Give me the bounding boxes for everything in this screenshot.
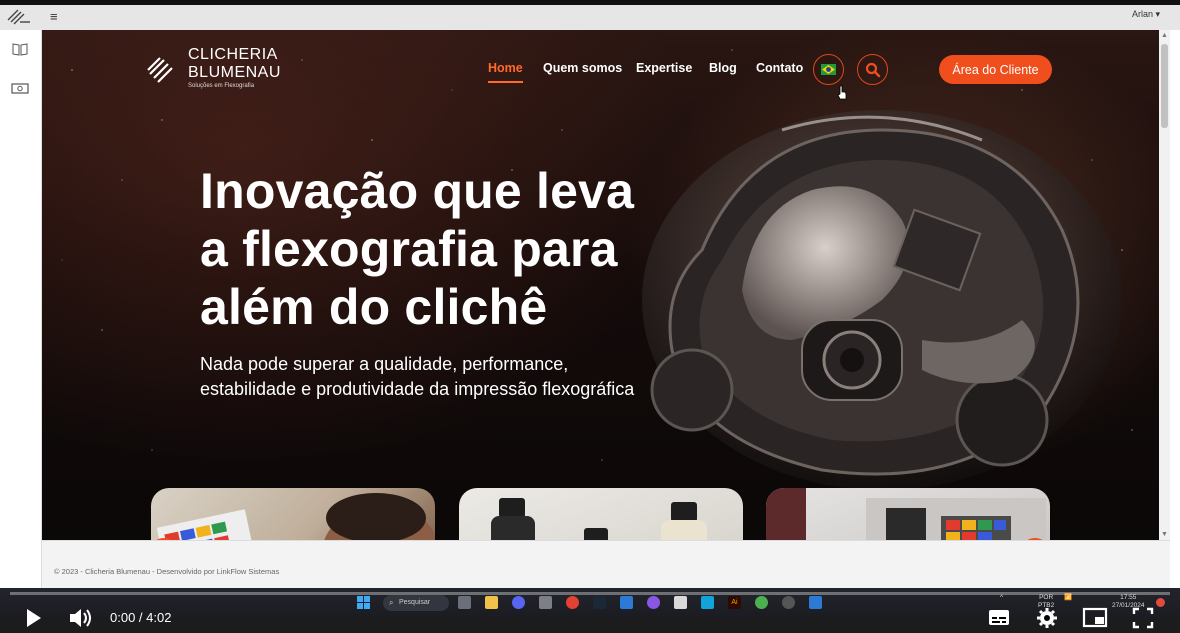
brazil-flag-icon (821, 64, 836, 75)
scrollbar-thumb[interactable] (1161, 44, 1168, 128)
clicheria-logo-icon (147, 57, 173, 83)
nav-home[interactable]: Home (488, 61, 523, 83)
windows-start-icon[interactable] (357, 596, 370, 609)
card-image (491, 498, 707, 540)
steam-icon[interactable] (593, 596, 606, 609)
chrome-alt-icon[interactable] (755, 596, 768, 609)
astronaut-hero-image (642, 110, 1122, 490)
admin-sidebar (0, 30, 42, 590)
fullscreen-icon[interactable] (1132, 600, 1154, 630)
video-time-display: 0:00 / 4:02 (110, 610, 172, 625)
nav-blog[interactable]: Blog (709, 61, 737, 81)
hero-subtitle-line: estabilidade e produtividade da impressã… (200, 379, 635, 399)
taskbar-search[interactable]: ⌕ Pesquisar (383, 595, 449, 611)
brand-line-1: CLICHERIA (188, 46, 278, 63)
card-image (156, 493, 435, 540)
search-icon (865, 62, 880, 77)
hero-subtitle-line: Nada pode superar a qualidade, performan… (200, 354, 569, 374)
nav-expertise[interactable]: Expertise (636, 61, 692, 81)
right-gutter (1170, 30, 1180, 590)
settings-gear-icon[interactable] (1036, 600, 1058, 630)
hero-title-line: a flexografia para (200, 221, 618, 277)
store-icon[interactable] (539, 596, 552, 609)
github-icon[interactable] (647, 596, 660, 609)
document-icon[interactable] (674, 596, 687, 609)
site-logo[interactable]: CLICHERIA BLUMENAU Soluções em Flexograf… (146, 46, 280, 94)
card-image (766, 488, 1046, 540)
feature-card-bottles[interactable] (459, 488, 743, 540)
vertical-scrollbar[interactable]: ▲ ▼ (1159, 30, 1170, 540)
hand-cursor-icon (837, 85, 847, 100)
chrome-icon[interactable] (566, 596, 579, 609)
language-button[interactable] (813, 54, 844, 85)
settings-app-icon[interactable] (782, 596, 795, 609)
discord-icon[interactable] (512, 596, 525, 609)
play-icon[interactable] (24, 600, 44, 630)
hero-title-line: Inovação que leva (200, 163, 635, 219)
hero-title: Inovação que leva a flexografia para alé… (200, 162, 634, 336)
taskbar-search-label: Pesquisar (399, 599, 431, 606)
hamburger-menu-icon[interactable]: ≡ (50, 9, 58, 24)
task-view-icon[interactable] (458, 596, 471, 609)
file-explorer-icon[interactable] (485, 596, 498, 609)
video-progress-bar[interactable] (10, 592, 1170, 595)
feature-card-labels[interactable] (151, 488, 435, 540)
website-viewport: CLICHERIA BLUMENAU Soluções em Flexograf… (42, 30, 1159, 540)
brand-tagline: Soluções em Flexografia (188, 83, 255, 89)
hero-title-line: além do clichê (200, 279, 548, 335)
miniplayer-icon[interactable] (1082, 600, 1108, 630)
brand-line-2: BLUMENAU (188, 64, 281, 81)
volume-icon[interactable] (68, 600, 94, 630)
nav-quem-somos[interactable]: Quem somos (543, 61, 622, 81)
client-area-button[interactable]: Área do Cliente (939, 55, 1052, 84)
video-frame: ≡ Arlan ▾ CLICHERIA BLUMENAU Soluções em… (0, 0, 1180, 633)
illustrator-icon[interactable]: Ai (728, 596, 741, 609)
vscode-alt-icon[interactable] (809, 596, 822, 609)
hero-subtitle: Nada pode superar a qualidade, performan… (200, 352, 634, 402)
admin-top-bar: ≡ Arlan ▾ (0, 0, 1180, 30)
book-icon[interactable] (11, 42, 29, 56)
vscode-icon[interactable] (620, 596, 633, 609)
notification-badge[interactable] (1156, 598, 1165, 607)
wifi-icon[interactable]: 📶 (1064, 594, 1072, 602)
scroll-up-icon[interactable]: ▲ (1161, 32, 1168, 39)
feature-card-software[interactable] (766, 488, 1050, 540)
search-button[interactable] (857, 54, 888, 85)
user-name: Arlan (1131, 9, 1153, 19)
subtitles-icon[interactable] (988, 600, 1010, 630)
skype-icon[interactable] (701, 596, 714, 609)
scroll-down-icon[interactable]: ▼ (1161, 531, 1168, 538)
search-icon: ⌕ (389, 598, 394, 607)
user-menu[interactable]: Arlan ▾ (1132, 9, 1160, 20)
money-icon[interactable] (11, 82, 29, 96)
nav-contato[interactable]: Contato (756, 61, 803, 81)
admin-logo-icon[interactable] (6, 6, 32, 26)
footer-copyright: © 2023 - Clicheria Blumenau - Desenvolvi… (54, 567, 280, 576)
site-footer: © 2023 - Clicheria Blumenau - Desenvolvi… (42, 540, 1170, 588)
